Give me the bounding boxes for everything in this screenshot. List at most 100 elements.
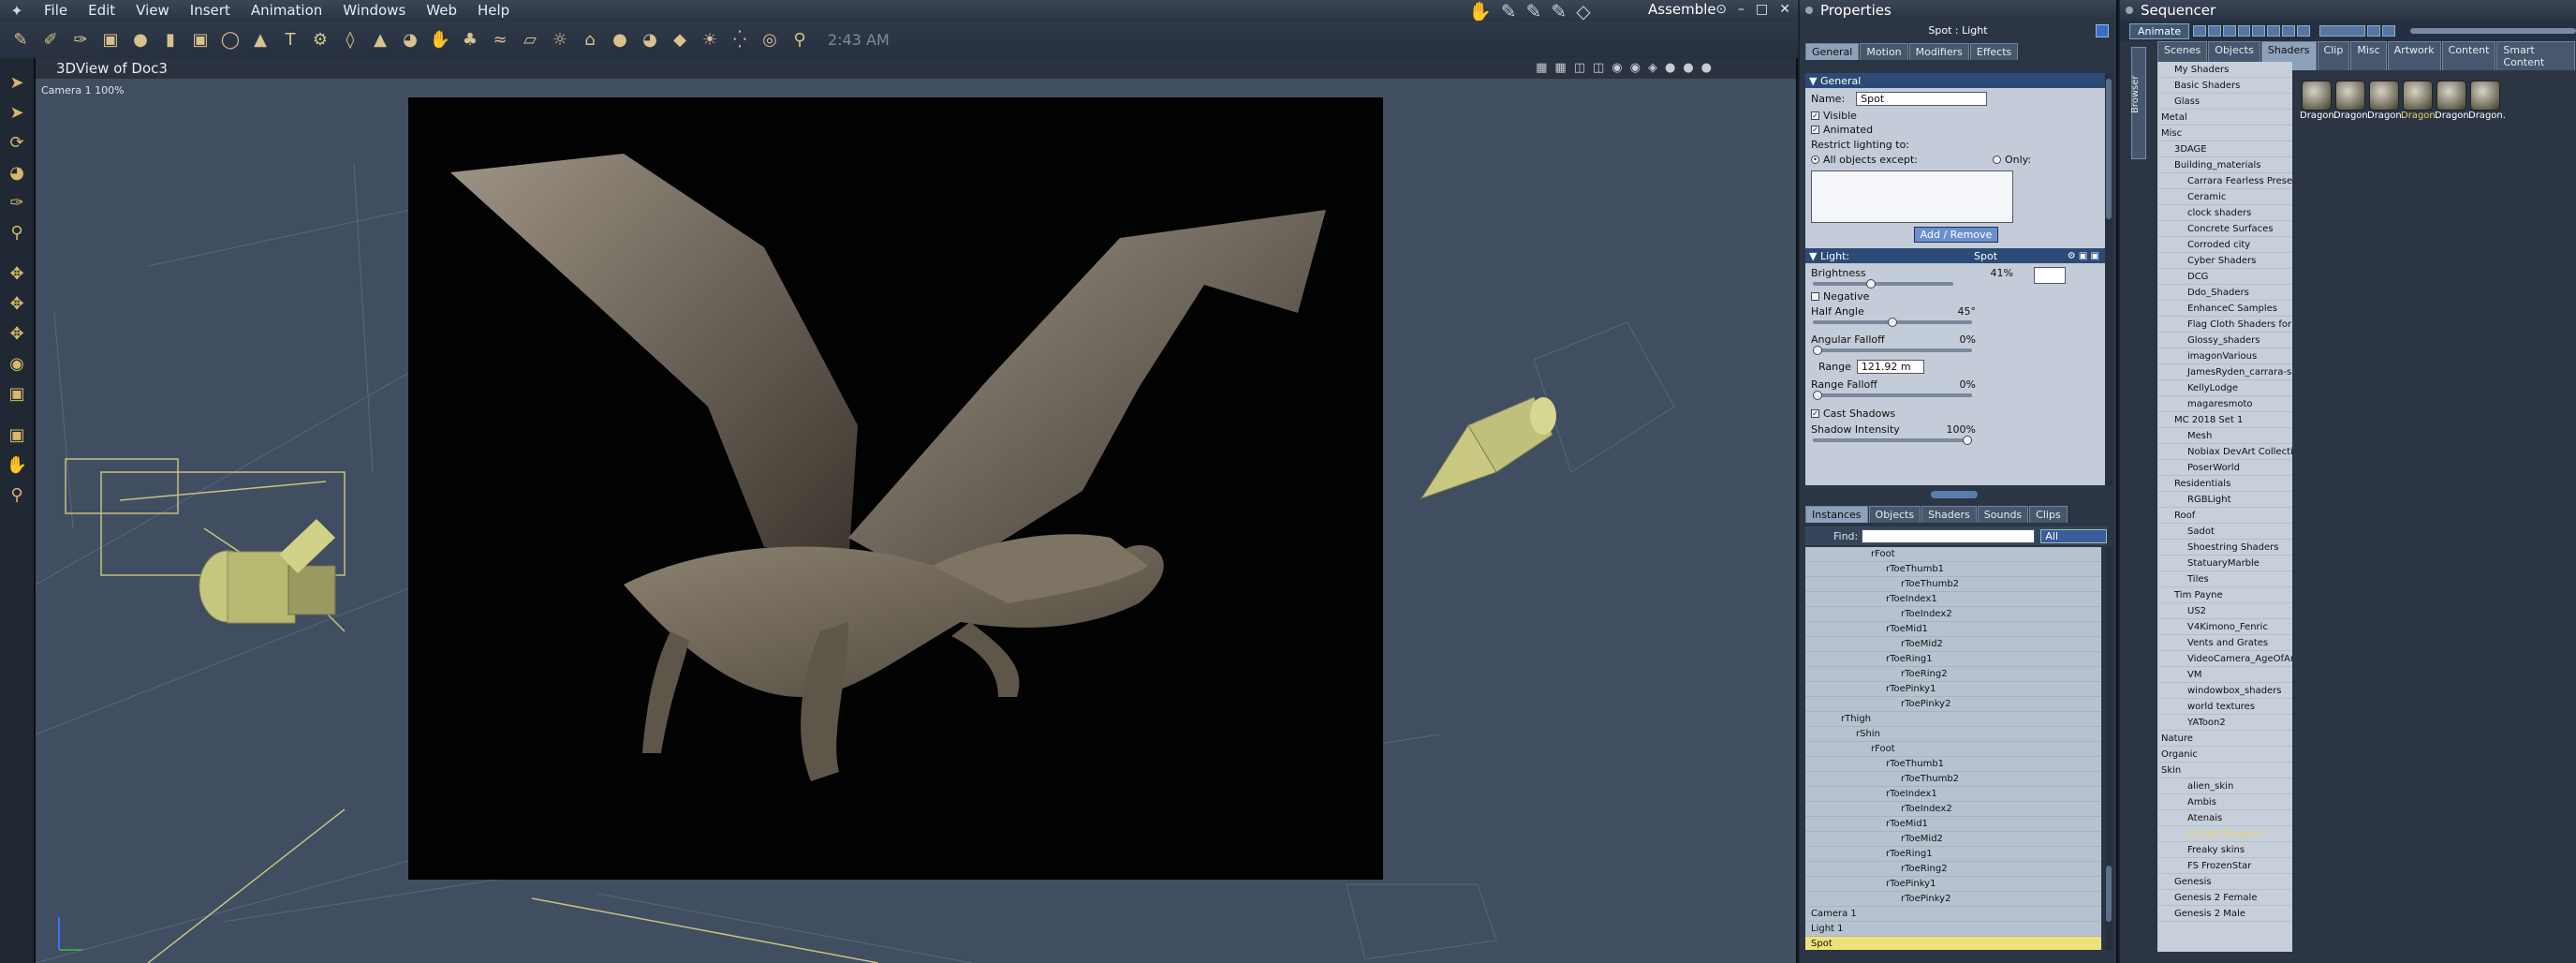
frame-controls[interactable] [2318, 25, 2366, 37]
light-type-select[interactable]: Spot [1974, 250, 1997, 262]
shader-folder-item[interactable]: KellyLodge [2157, 380, 2292, 396]
instance-tree-item[interactable]: Spot [1805, 937, 2101, 950]
shader-folder-item[interactable]: FS FrozenStar [2157, 858, 2292, 874]
shaded-sphere-icon[interactable]: ● [1665, 61, 1675, 75]
shader-folder-item[interactable]: Tiles [2157, 571, 2292, 587]
tab-modifiers[interactable]: Modifiers [1908, 43, 1969, 60]
instance-tree-item[interactable]: rFoot [1805, 742, 2101, 757]
camera-icon[interactable]: ▣ [4, 422, 30, 448]
scale-icon[interactable]: ◕ [4, 159, 30, 185]
play-icon[interactable] [2237, 25, 2251, 37]
go-end-icon[interactable] [2282, 25, 2295, 37]
instance-tree-item[interactable]: rToeIndex1 [1805, 592, 2101, 607]
shader-folder-item[interactable]: windowbox_shaders [2157, 683, 2292, 699]
prev-key-icon[interactable] [2207, 25, 2221, 37]
instance-tree-item[interactable]: Light 1 [1805, 922, 2101, 937]
tab-objects[interactable]: Objects [1868, 506, 1921, 523]
shader-folder-item[interactable]: magaresmoto [2157, 396, 2292, 412]
brush-icon[interactable]: ✐ [38, 27, 63, 52]
shader-folder-item[interactable]: 3DAGE [2157, 141, 2292, 157]
instances-scroll-thumb[interactable] [2106, 866, 2112, 922]
angular-falloff-slider[interactable] [1813, 346, 1972, 355]
view-split-icon[interactable]: ◫ [1593, 61, 1604, 75]
select-arrow-icon[interactable]: ➤ [4, 69, 30, 96]
visible-checkbox[interactable]: ✓ [1811, 111, 1819, 120]
shader-folder-item[interactable]: Vents and Grates [2157, 635, 2292, 651]
tab-instances[interactable]: Instances [1805, 506, 1868, 523]
shader-folder-item[interactable]: Sadot [2157, 524, 2292, 540]
shader-folder-item[interactable]: Organic [2157, 747, 2292, 763]
half-angle-slider[interactable] [1813, 318, 1972, 327]
shader-folder-item[interactable]: Nobiax DevArt Collection [2157, 444, 2292, 460]
minimize-button[interactable]: – [1738, 2, 1744, 17]
general-section-header[interactable]: ▼ General [1805, 73, 2107, 88]
instance-tree-item[interactable]: rThigh [1805, 712, 2101, 727]
tab-sounds[interactable]: Sounds [1977, 506, 2029, 523]
instance-tree-item[interactable]: rFoot [1805, 547, 2101, 562]
instance-tree-item[interactable]: rToeThumb2 [1805, 577, 2101, 592]
wireframe-icon[interactable]: ◉ [1630, 61, 1641, 75]
menu-insert[interactable]: Insert [180, 2, 241, 19]
menu-file[interactable]: File [34, 2, 78, 19]
brightness-thumb[interactable] [1866, 279, 1877, 289]
menu-animation[interactable]: Animation [241, 2, 332, 19]
shader-folder-item[interactable]: DP-DAZDragon3 [2157, 826, 2292, 842]
next-key-icon[interactable] [2267, 25, 2281, 37]
move-yz-icon[interactable]: ✥ [4, 320, 30, 347]
instance-tree-item[interactable]: rToeThumb1 [1805, 562, 2101, 577]
restrict-object-list[interactable] [1811, 170, 2013, 223]
cone-icon[interactable]: ▲ [248, 27, 272, 52]
shader-folder-item[interactable]: Ambis [2157, 794, 2292, 810]
instance-tree-item[interactable]: rToePinky1 [1805, 682, 2101, 697]
shader-folder-item[interactable]: Ddo_Shaders [2157, 285, 2292, 301]
panel-splitter[interactable] [1931, 491, 1978, 498]
shader-folder-item[interactable]: YAToon2 [2157, 715, 2292, 731]
instance-tree-item[interactable]: rToeThumb2 [1805, 772, 2101, 787]
bone-icon[interactable]: ● [608, 27, 632, 52]
shader-thumbnail[interactable]: Dragon. [2300, 81, 2337, 121]
marker-icon[interactable] [2381, 25, 2395, 37]
only-radio[interactable] [1992, 156, 2001, 164]
menu-web[interactable]: Web [416, 2, 467, 19]
instance-tree-item[interactable]: rToePinky2 [1805, 892, 2101, 907]
shader-folder-item[interactable]: Roof [2157, 508, 2292, 524]
move-arrow-icon[interactable]: ➤ [4, 99, 30, 126]
all-except-radio[interactable]: • [1811, 156, 1819, 164]
instance-tree-item[interactable]: rShin [1805, 727, 2101, 742]
shader-folder-item[interactable]: Carrara Fearless Presets [2157, 173, 2292, 189]
light-section-header[interactable]: ▼ Light: Spot ⚙ ▣ ▣ [1805, 248, 2107, 263]
loop-icon[interactable] [2296, 25, 2310, 37]
instance-tree-item[interactable]: rToeIndex1 [1805, 787, 2101, 802]
shader-folder-item[interactable]: Genesis 2 Female [2157, 890, 2292, 906]
light-settings-icons[interactable]: ⚙ ▣ ▣ [2068, 251, 2099, 261]
eyedropper-icon[interactable]: ✑ [4, 189, 30, 215]
bone-tool-icon[interactable]: ⚲ [4, 219, 30, 245]
instance-tree-item[interactable]: rToePinky2 [1805, 697, 2101, 712]
shader-folder-item[interactable]: imagonVarious [2157, 348, 2292, 364]
sphere-icon[interactable]: ● [128, 27, 153, 52]
shader-folder-item[interactable]: Building_materials [2157, 157, 2292, 173]
shader-folder-item[interactable]: Basic Shaders [2157, 78, 2292, 94]
cube-icon[interactable]: ▣ [188, 27, 213, 52]
move-xy-icon[interactable]: ✥ [4, 260, 30, 287]
cylinder-icon[interactable]: ▮ [158, 27, 183, 52]
menu-help[interactable]: Help [467, 2, 520, 19]
maximize-button[interactable]: □ [1756, 2, 1768, 17]
instance-tree-item[interactable]: rToeMid2 [1805, 637, 2101, 652]
record-icon[interactable] [2367, 25, 2380, 37]
shader-thumbnail[interactable]: Dragon. [2367, 81, 2405, 121]
instance-tree-item[interactable]: rToeIndex2 [1805, 802, 2101, 817]
house-icon[interactable]: ⌂ [578, 27, 602, 52]
tab-smart-content[interactable]: Smart Content [2496, 41, 2575, 70]
properties-scroll-thumb[interactable] [2106, 79, 2112, 219]
instance-tree-item[interactable]: Camera 1 [1805, 907, 2101, 922]
tree-icon[interactable]: ♣ [458, 27, 482, 52]
rotate-icon[interactable]: ⟳ [4, 129, 30, 156]
brightness-slider[interactable] [1813, 279, 1953, 289]
lit-sphere-icon[interactable]: ● [1683, 61, 1693, 75]
shader-thumbnail[interactable]: Dragon. [2401, 81, 2438, 121]
wand-icon[interactable]: ✑ [68, 27, 93, 52]
pin-icon[interactable]: ⊙ [1715, 2, 1727, 17]
shader-folder-item[interactable]: PoserWorld [2157, 460, 2292, 476]
instance-tree-item[interactable]: rToePinky1 [1805, 877, 2101, 892]
